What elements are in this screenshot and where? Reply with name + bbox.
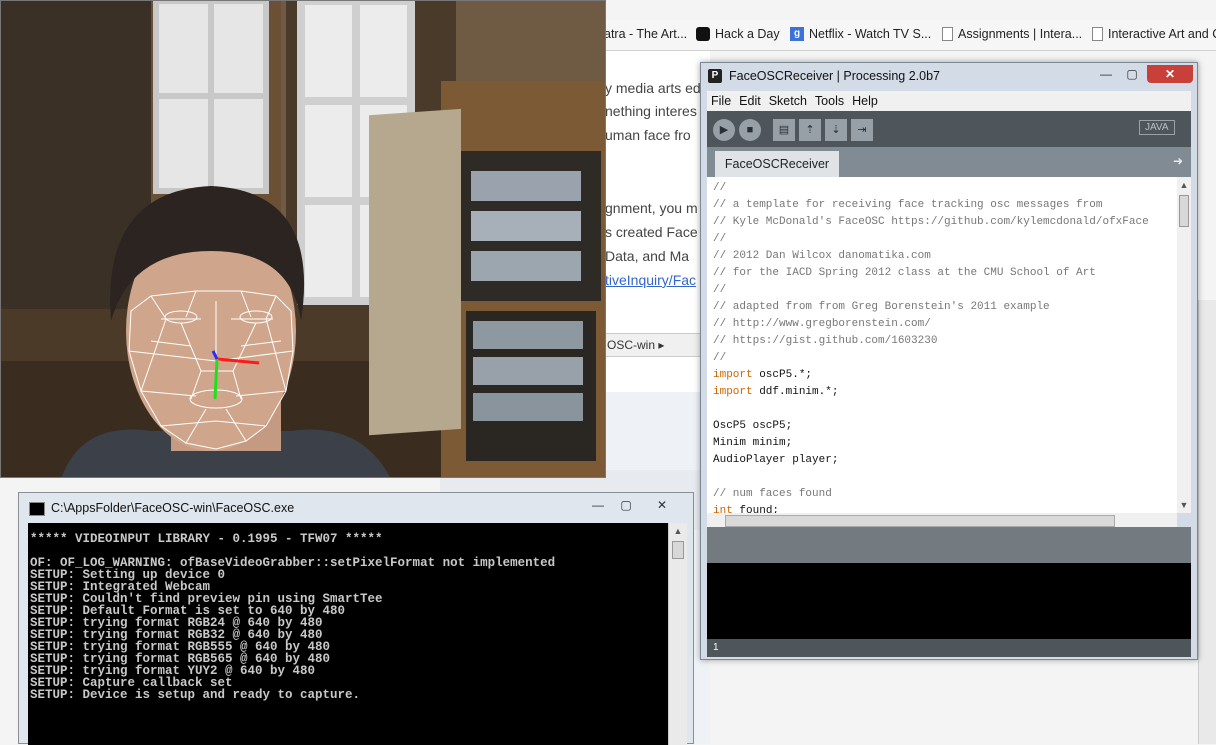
code-line: // adapted from from Greg Borenstein's 2… bbox=[713, 301, 1050, 313]
open-button[interactable]: ⇡ bbox=[799, 119, 821, 141]
webcam-image bbox=[1, 1, 605, 477]
code-line: // https://gist.github.com/1603230 bbox=[713, 335, 938, 347]
code-line: Minim minim; bbox=[713, 437, 793, 449]
code-line: int found; bbox=[713, 505, 780, 513]
bookmark-item[interactable]: atra - The Art... bbox=[604, 27, 687, 41]
tab-bar: FaceOSCReceiver ➜ bbox=[707, 147, 1191, 177]
bookmark-label: Hack a Day bbox=[715, 27, 780, 41]
stop-button[interactable]: ■ bbox=[739, 119, 761, 141]
bookmark-label: Interactive Art and C bbox=[1108, 27, 1216, 41]
page-link[interactable]: tiveInquiry/Fac bbox=[605, 272, 696, 288]
processing-title: FaceOSCReceiver | Processing 2.0b7 bbox=[729, 69, 940, 83]
page-text: uman face fro bbox=[605, 127, 691, 143]
explorer-address-bar[interactable]: OSC-win ▸ bbox=[600, 333, 714, 357]
bookmark-item[interactable]: Hack a Day bbox=[696, 27, 780, 41]
close-button[interactable]: ✕ bbox=[1147, 65, 1193, 83]
processing-titlebar[interactable]: P FaceOSCReceiver | Processing 2.0b7 — ▢… bbox=[701, 63, 1197, 89]
editor-horizontal-scrollbar[interactable] bbox=[707, 513, 1177, 527]
toolbar: ▶ ■ ▤ ⇡ ⇣ ⇥ JAVA bbox=[707, 111, 1191, 147]
code-line: import oscP5.*; bbox=[713, 369, 813, 381]
cmd-icon bbox=[29, 502, 45, 516]
console-window: C:\AppsFolder\FaceOSC-win\FaceOSC.exe — … bbox=[18, 492, 694, 745]
page-text: s created Face bbox=[605, 224, 698, 240]
bookmark-label: Assignments | Intera... bbox=[958, 27, 1083, 41]
bookmark-label: atra - The Art... bbox=[604, 27, 688, 41]
google-icon: g bbox=[790, 27, 804, 41]
bookmark-item[interactable]: Interactive Art and C bbox=[1092, 27, 1216, 41]
new-button[interactable]: ▤ bbox=[773, 119, 795, 141]
bookmarks-bar: atra - The Art... Hack a Day g Netflix - … bbox=[600, 20, 1216, 51]
bookmark-item[interactable]: Assignments | Intera... bbox=[942, 27, 1082, 41]
console-output[interactable]: ***** VIDEOINPUT LIBRARY - 0.1995 - TFW0… bbox=[28, 523, 668, 745]
skull-icon bbox=[696, 27, 710, 41]
scroll-up-icon[interactable]: ▲ bbox=[669, 523, 687, 539]
page-icon bbox=[1092, 27, 1103, 41]
bookmark-label: Netflix - Watch TV S... bbox=[809, 27, 932, 41]
code-line: // bbox=[713, 182, 727, 194]
code-line: // http://www.gregborenstein.com/ bbox=[713, 318, 931, 330]
scroll-thumb[interactable] bbox=[1179, 195, 1189, 227]
export-button[interactable]: ⇥ bbox=[851, 119, 873, 141]
minimize-button[interactable]: — bbox=[1093, 65, 1119, 83]
close-button[interactable]: ✕ bbox=[651, 497, 673, 513]
console-area[interactable] bbox=[707, 563, 1191, 639]
editor-vertical-scrollbar[interactable]: ▲ ▼ bbox=[1177, 177, 1191, 513]
minimize-button[interactable]: — bbox=[587, 497, 609, 513]
scroll-thumb[interactable] bbox=[672, 541, 684, 559]
mode-selector[interactable]: JAVA bbox=[1139, 120, 1175, 135]
page-text: nething interes bbox=[605, 103, 697, 119]
code-line: // num faces found bbox=[713, 488, 832, 500]
console-title: C:\AppsFolder\FaceOSC-win\FaceOSC.exe bbox=[51, 501, 295, 515]
run-button[interactable]: ▶ bbox=[713, 119, 735, 141]
scroll-thumb[interactable] bbox=[725, 515, 1115, 527]
bookmark-item[interactable]: g Netflix - Watch TV S... bbox=[790, 27, 931, 41]
code-line: OscP5 oscP5; bbox=[713, 420, 793, 432]
menu-sketch[interactable]: Sketch bbox=[765, 91, 811, 108]
explorer-path: OSC-win bbox=[607, 338, 656, 352]
code-line: // 2012 Dan Wilcox danomatika.com bbox=[713, 250, 931, 262]
webcam-view bbox=[0, 0, 606, 478]
processing-window: P FaceOSCReceiver | Processing 2.0b7 — ▢… bbox=[700, 62, 1198, 660]
console-scrollbar[interactable]: ▲ bbox=[668, 523, 687, 745]
processing-icon: P bbox=[708, 69, 722, 83]
tab-faceoscreceiver[interactable]: FaceOSCReceiver bbox=[715, 151, 839, 177]
background-window-edge bbox=[1198, 300, 1216, 744]
code-line: // Kyle McDonald's FaceOSC https://githu… bbox=[713, 216, 1149, 228]
maximize-button[interactable]: ▢ bbox=[615, 497, 637, 513]
y-axis-marker bbox=[213, 358, 219, 400]
code-text: // // a template for receiving face track… bbox=[707, 177, 1177, 513]
page-text: y media arts ed bbox=[605, 80, 701, 96]
save-button[interactable]: ⇣ bbox=[825, 119, 847, 141]
code-line: // bbox=[713, 284, 727, 296]
console-line: ***** VIDEOINPUT LIBRARY - 0.1995 - TFW0… bbox=[30, 532, 383, 546]
menu-bar: File Edit Sketch Tools Help bbox=[707, 91, 1191, 111]
console-line: SETUP: Device is setup and ready to capt… bbox=[30, 688, 361, 702]
maximize-button[interactable]: ▢ bbox=[1119, 65, 1145, 83]
menu-help[interactable]: Help bbox=[848, 91, 882, 108]
code-line: AudioPlayer player; bbox=[713, 454, 839, 466]
page-icon bbox=[942, 27, 953, 41]
console-titlebar[interactable]: C:\AppsFolder\FaceOSC-win\FaceOSC.exe — … bbox=[19, 493, 693, 523]
code-editor[interactable]: // // a template for receiving face track… bbox=[707, 177, 1177, 513]
code-line: // bbox=[713, 352, 727, 364]
line-number-bar: 1 bbox=[707, 639, 1191, 657]
console-text: ***** VIDEOINPUT LIBRARY - 0.1995 - TFW0… bbox=[28, 523, 668, 702]
menu-file[interactable]: File bbox=[707, 91, 735, 108]
menu-edit[interactable]: Edit bbox=[735, 91, 765, 108]
code-line: // bbox=[713, 233, 727, 245]
code-line: // for the IACD Spring 2012 class at the… bbox=[713, 267, 1096, 279]
tab-menu-arrow-icon[interactable]: ➜ bbox=[1173, 154, 1183, 168]
code-line: // a template for receiving face trackin… bbox=[713, 199, 1103, 211]
scroll-down-icon[interactable]: ▼ bbox=[1177, 497, 1191, 513]
menu-tools[interactable]: Tools bbox=[811, 91, 848, 108]
scroll-up-icon[interactable]: ▲ bbox=[1177, 177, 1191, 193]
code-line: import ddf.minim.*; bbox=[713, 386, 839, 398]
page-text: Data, and Ma bbox=[605, 248, 690, 264]
message-area bbox=[707, 527, 1191, 563]
line-number: 1 bbox=[713, 642, 719, 653]
page-text: gnment, you m bbox=[605, 200, 698, 216]
